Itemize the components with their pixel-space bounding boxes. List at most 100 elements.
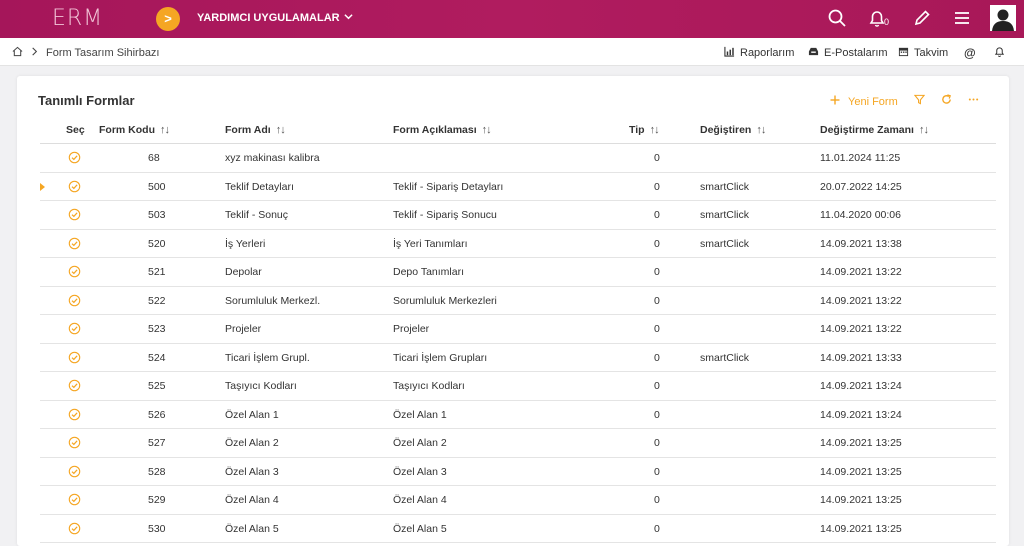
cell-form-desc: Özel Alan 5: [393, 522, 447, 535]
cell-changed-at: 14.09.2021 13:25: [820, 465, 902, 478]
cell-changed-at: 14.09.2021 13:33: [820, 351, 902, 364]
sort-icon[interactable]: ↑↓: [650, 124, 660, 136]
select-check-icon[interactable]: [68, 465, 81, 478]
cell-form-name: xyz makinası kalibra: [225, 152, 320, 164]
table-row[interactable]: 521 Depolar Depo Tanımları 0 14.09.2021 13:2…: [40, 258, 996, 287]
hamburger-menu-icon[interactable]: [952, 8, 972, 28]
select-check-icon[interactable]: [68, 408, 81, 421]
select-check-icon[interactable]: [68, 237, 81, 250]
cell-form-name: İş Yerleri: [225, 237, 266, 250]
cell-type: 0: [654, 237, 660, 250]
cell-form-name: Özel Alan 4: [225, 494, 279, 506]
table-row[interactable]: 526 Özel Alan 1 Özel Alan 1 0 14.09.2021 13:…: [40, 401, 996, 429]
table-row[interactable]: 500 Teklif Detayları Teklif - Sipariş Deta…: [40, 173, 996, 201]
cell-type: 0: [654, 351, 660, 364]
app-logo[interactable]: ERM: [52, 6, 103, 31]
home-icon[interactable]: [12, 46, 23, 60]
cell-changed-at: 14.09.2021 13:38: [820, 237, 902, 250]
column-changer[interactable]: Değiştiren ↑↓: [700, 124, 766, 136]
table-row[interactable]: 529 Özel Alan 4 Özel Alan 4 0 14.09.2021 13:…: [40, 486, 996, 515]
cell-form-code: 529: [148, 494, 166, 506]
cell-form-desc: Özel Alan 2: [393, 437, 447, 449]
reports-link[interactable]: Raporlarım: [724, 46, 794, 60]
breadcrumb: Form Tasarım Sihirbazı: [12, 46, 160, 60]
cell-form-desc: Ticari İşlem Grupları: [393, 351, 488, 364]
cell-form-code: 68: [148, 152, 160, 164]
calendar-link[interactable]: Takvim: [898, 46, 948, 60]
cell-changed-at: 14.09.2021 13:24: [820, 380, 902, 392]
notification-count: 0: [884, 17, 890, 27]
sort-icon[interactable]: ↑↓: [919, 124, 929, 136]
cell-changer: smartClick: [700, 209, 749, 221]
apps-menu-dropdown[interactable]: YARDIMCI UYGULAMALAR: [197, 12, 353, 24]
select-check-icon[interactable]: [68, 351, 81, 364]
filter-icon[interactable]: [913, 94, 926, 108]
cell-type: 0: [654, 266, 660, 278]
pencil-icon[interactable]: [912, 8, 932, 28]
top-bar: ERM > YARDIMCI UYGULAMALAR 0: [0, 0, 1024, 38]
mention-icon[interactable]: @: [964, 46, 976, 60]
table-row[interactable]: 523 Projeler Projeler 0 14.09.2021 13:22: [40, 315, 996, 344]
cell-form-desc: Özel Alan 3: [393, 465, 447, 478]
cell-type: 0: [654, 323, 660, 335]
cell-form-name: Sorumluluk Merkezl.: [225, 294, 321, 307]
cell-changed-at: 14.09.2021 13:25: [820, 494, 902, 506]
cell-form-desc: Projeler: [393, 323, 430, 335]
table-row[interactable]: 68 xyz makinası kalibra 0 11.01.2024 11:25: [40, 144, 996, 173]
chart-icon: [724, 46, 735, 60]
table-row[interactable]: 524 Ticari İşlem Grupl. Ticari İşlem Grupl…: [40, 344, 996, 372]
table-header: Seç Form Kodu ↑↓ Form Adı ↑↓ Form Açıklama…: [40, 120, 996, 144]
cell-changed-at: 20.07.2022 14:25: [820, 180, 902, 193]
inbox-icon: [808, 46, 819, 60]
cell-form-code: 523: [148, 323, 166, 335]
table-row[interactable]: 528 Özel Alan 3 Özel Alan 3 0 14.09.2021 13:…: [40, 458, 996, 486]
cell-form-code: 503: [148, 209, 166, 221]
table-row[interactable]: 525 Taşıyıcı Kodları Taşıyıcı Kodları 0 14.0…: [40, 372, 996, 401]
cell-form-code: 521: [148, 266, 166, 278]
more-options-icon[interactable]: [968, 94, 979, 108]
column-type[interactable]: Tip ↑↓: [629, 124, 660, 136]
search-icon[interactable]: [827, 8, 847, 28]
refresh-icon[interactable]: [941, 94, 952, 108]
table-row[interactable]: 503 Teklif - Sonuç Teklif - Sipariş Sonucu…: [40, 201, 996, 230]
menu-toggle-button[interactable]: >: [156, 7, 180, 31]
cell-changed-at: 14.09.2021 13:22: [820, 294, 902, 307]
select-check-icon[interactable]: [68, 436, 81, 449]
cell-type: 0: [654, 522, 660, 535]
select-check-icon[interactable]: [68, 208, 81, 221]
select-check-icon[interactable]: [68, 151, 81, 164]
column-form-code[interactable]: Form Kodu ↑↓: [99, 124, 170, 136]
small-bell-icon[interactable]: [994, 46, 1005, 57]
table-row[interactable]: 527 Özel Alan 2 Özel Alan 2 0 14.09.2021 13:…: [40, 429, 996, 458]
cell-form-code: 522: [148, 294, 166, 307]
sort-icon[interactable]: ↑↓: [756, 124, 766, 136]
sort-icon[interactable]: ↑↓: [276, 124, 286, 136]
select-check-icon[interactable]: [68, 379, 81, 392]
table-row[interactable]: 530 Özel Alan 5 Özel Alan 5 0 14.09.2021 13:…: [40, 515, 996, 543]
emails-link[interactable]: E-Postalarım: [808, 46, 888, 60]
column-changed-at[interactable]: Değiştirme Zamanı ↑↓: [820, 124, 929, 136]
cell-type: 0: [654, 494, 660, 506]
new-form-button[interactable]: Yeni Form: [830, 95, 898, 108]
cell-form-desc: Teklif - Sipariş Detayları: [393, 180, 504, 193]
table-row[interactable]: 522 Sorumluluk Merkezl. Sorumluluk Merkezl…: [40, 287, 996, 315]
column-form-name[interactable]: Form Adı ↑↓: [225, 124, 286, 136]
select-check-icon[interactable]: [68, 180, 81, 193]
column-form-desc[interactable]: Form Açıklaması ↑↓: [393, 124, 492, 136]
select-check-icon[interactable]: [68, 322, 81, 335]
cell-changer: smartClick: [700, 237, 749, 250]
select-check-icon[interactable]: [68, 294, 81, 307]
cell-form-name: Özel Alan 5: [225, 522, 279, 535]
select-check-icon[interactable]: [68, 265, 81, 278]
sort-icon[interactable]: ↑↓: [160, 124, 170, 136]
cell-changer: smartClick: [700, 180, 749, 193]
cell-type: 0: [654, 294, 660, 307]
cell-form-desc: İş Yeri Tanımları: [393, 237, 468, 250]
avatar[interactable]: [990, 5, 1016, 31]
sort-icon[interactable]: ↑↓: [482, 124, 492, 136]
select-check-icon[interactable]: [68, 493, 81, 506]
table-row[interactable]: 520 İş Yerleri İş Yeri Tanımları 0 smartClic…: [40, 230, 996, 258]
breadcrumb-current: Form Tasarım Sihirbazı: [46, 47, 160, 59]
calendar-icon: [898, 46, 909, 60]
select-check-icon[interactable]: [68, 522, 81, 535]
